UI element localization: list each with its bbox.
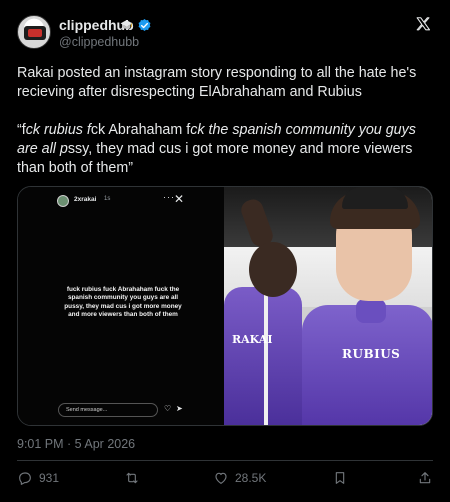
divider <box>17 460 433 461</box>
avatar-logo <box>24 26 46 40</box>
quote-open: “f <box>17 122 26 138</box>
tweet-text: Rakai posted an instagram story respondi… <box>17 64 437 178</box>
reply-icon <box>19 472 31 485</box>
rakai-jersey-text: RAKAI <box>232 333 273 346</box>
reply-count: 931 <box>39 471 60 485</box>
close-icon: ✕ <box>174 192 185 206</box>
author-badges <box>120 17 152 33</box>
like-button[interactable]: 28.5K <box>213 470 266 486</box>
tweet-media[interactable]: 2xrakai 1s ··· ✕ fuck rubius fuck Abraha… <box>17 186 433 426</box>
like-count: 28.5K <box>235 471 267 485</box>
reply-button[interactable]: 931 <box>17 470 59 486</box>
story-time: 1s <box>104 196 111 202</box>
verified-badge-icon <box>138 18 151 31</box>
story-message-field: Send message... <box>58 403 158 417</box>
retweet-button[interactable] <box>124 470 140 486</box>
story-avatar <box>57 195 69 207</box>
quote-part-b: ck Abrahaham f <box>90 122 191 138</box>
story-caption: fuck rubius fuck Abrahaham fuck the span… <box>64 286 182 318</box>
photo-rakai-rubius: RAKAI RUBIUS <box>224 187 432 425</box>
bookmark-icon <box>335 472 345 484</box>
bookmark-button[interactable] <box>332 470 348 486</box>
retweet-icon <box>126 472 138 484</box>
quote-part-d: ssy, they mad cus i got more money and m… <box>17 141 413 176</box>
graduation-cap-icon <box>120 20 133 29</box>
tweet-timestamp[interactable]: 9:01 PM · 5 Apr 2026 <box>17 437 135 451</box>
tweet-line-1: Rakai posted an instagram story respondi… <box>17 65 417 100</box>
share-icon <box>419 472 431 484</box>
rubius-jersey-text: RUBIUS <box>342 347 401 361</box>
quote-part-a: ck rubius f <box>25 122 91 138</box>
share-button[interactable] <box>417 470 433 486</box>
author-avatar[interactable] <box>17 15 51 49</box>
story-username: 2xrakai <box>74 196 97 203</box>
tweet-card: clippedhub @clippedhubb Rakai posted an … <box>0 0 450 502</box>
author-handle[interactable]: @clippedhubb <box>59 35 139 49</box>
instagram-story-screenshot: 2xrakai 1s ··· ✕ fuck rubius fuck Abraha… <box>18 187 224 425</box>
send-icon: ➤ <box>176 404 183 413</box>
tweet-quote: “fck rubius fck Abrahaham fck the spanis… <box>17 121 437 178</box>
x-logo-icon[interactable] <box>415 16 432 33</box>
heart-icon <box>215 472 227 484</box>
heart-icon: ♡ <box>164 404 172 413</box>
